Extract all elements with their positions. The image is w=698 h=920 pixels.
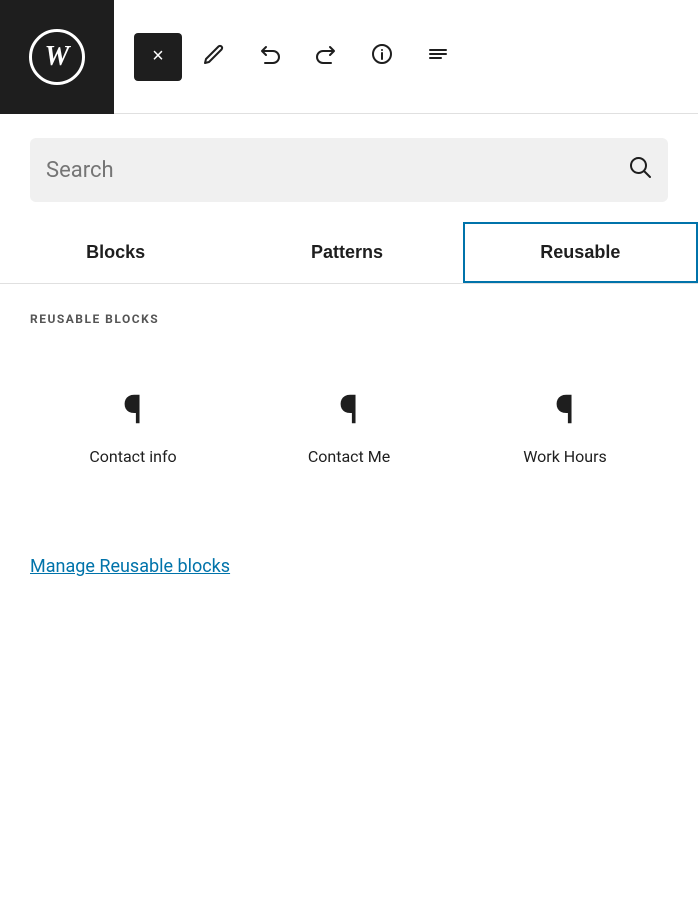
block-item-contact-info[interactable]: ¶ Contact info: [30, 356, 236, 486]
manage-link-wrap: Manage Reusable blocks: [0, 516, 698, 607]
search-area: [0, 114, 698, 222]
tabs: Blocks Patterns Reusable: [0, 222, 698, 284]
block-label-contact-info: Contact info: [89, 447, 176, 466]
menu-button[interactable]: [414, 33, 462, 81]
block-icon-contact-info: ¶: [123, 386, 143, 433]
menu-icon: [427, 43, 449, 71]
info-button[interactable]: [358, 33, 406, 81]
tab-patterns[interactable]: Patterns: [231, 222, 462, 283]
undo-icon: [259, 43, 281, 71]
redo-button[interactable]: [302, 33, 350, 81]
edit-button[interactable]: [190, 33, 238, 81]
toolbar-actions: ×: [114, 33, 698, 81]
undo-button[interactable]: [246, 33, 294, 81]
wp-logo: W: [0, 0, 114, 114]
section-label: REUSABLE BLOCKS: [0, 284, 698, 336]
block-item-contact-me[interactable]: ¶ Contact Me: [246, 356, 452, 486]
search-input[interactable]: [46, 158, 628, 183]
redo-icon: [315, 43, 337, 71]
block-icon-work-hours: ¶: [555, 386, 575, 433]
block-icon-contact-me: ¶: [339, 386, 359, 433]
block-label-contact-me: Contact Me: [308, 447, 390, 466]
toolbar: W ×: [0, 0, 698, 114]
block-item-work-hours[interactable]: ¶ Work Hours: [462, 356, 668, 486]
close-button[interactable]: ×: [134, 33, 182, 81]
search-icon: [628, 155, 652, 185]
tab-reusable[interactable]: Reusable: [463, 222, 698, 283]
manage-reusable-blocks-link[interactable]: Manage Reusable blocks: [30, 556, 230, 577]
info-icon: [371, 43, 393, 71]
wp-logo-icon: W: [29, 29, 85, 85]
close-icon: ×: [152, 45, 164, 68]
reusable-blocks-grid: ¶ Contact info ¶ Contact Me ¶ Work Hours: [0, 336, 698, 516]
search-box: [30, 138, 668, 202]
edit-icon: [203, 43, 225, 71]
tab-blocks[interactable]: Blocks: [0, 222, 231, 283]
block-label-work-hours: Work Hours: [523, 447, 607, 466]
